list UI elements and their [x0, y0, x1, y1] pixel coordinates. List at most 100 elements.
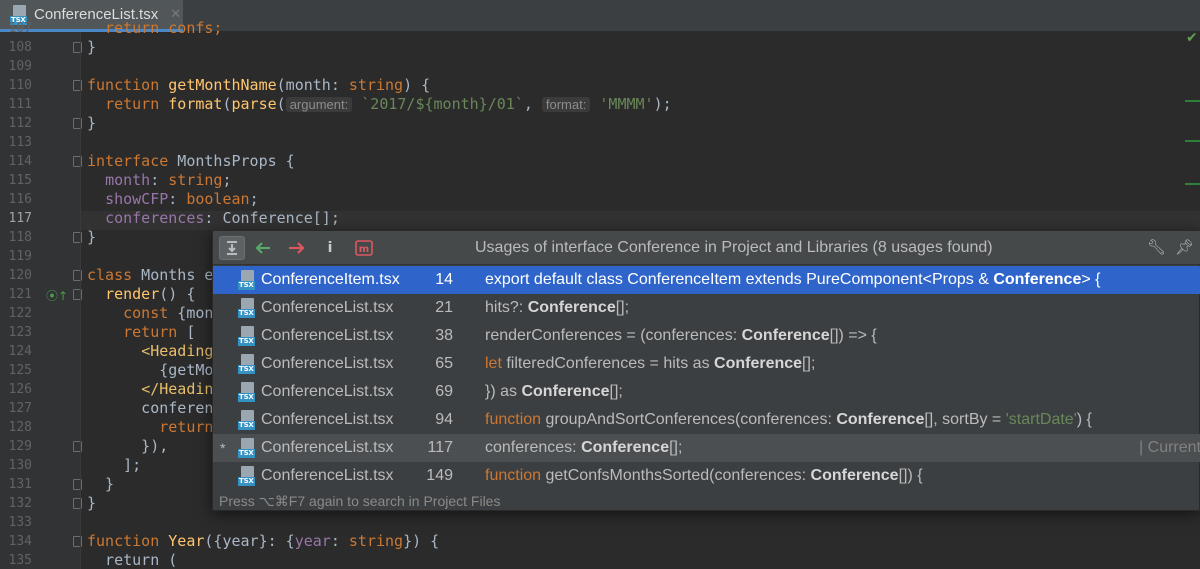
info-button[interactable]: i [317, 236, 343, 260]
code-line-111[interactable]: return format(parse(argument: `2017/${mo… [87, 95, 672, 114]
line-number[interactable]: 118 [0, 228, 32, 247]
code-token: {getMo [87, 361, 214, 379]
module-button[interactable]: m [351, 236, 377, 260]
code-line-124[interactable]: <Heading [87, 342, 213, 361]
usage-row[interactable]: TSX ConferenceList.tsx 65 let filteredConfe… [213, 350, 1200, 378]
usage-code-snippet: hits?: Conference[]; [485, 294, 629, 322]
line-number[interactable]: 125 [0, 361, 32, 380]
usage-marker[interactable] [1185, 100, 1200, 102]
usage-row[interactable]: TSX ConferenceList.tsx 21 hits?: Conference… [213, 294, 1200, 322]
code-line-128[interactable]: return [87, 418, 213, 437]
usage-row[interactable]: TSX ConferenceList.tsx 149 function getConf… [213, 462, 1200, 490]
tsx-file-icon: TSX [238, 326, 256, 346]
line-number[interactable]: 107 [0, 19, 32, 38]
line-number[interactable]: 112 [0, 114, 32, 133]
next-occurrence-button[interactable] [283, 236, 309, 260]
code-token: const [123, 304, 169, 322]
code-token: Months e [132, 266, 214, 284]
usage-match: Conference [741, 327, 830, 344]
code-line-134[interactable]: function Year({year}: {year: string}) { [87, 532, 439, 551]
line-number[interactable]: 120 [0, 266, 32, 285]
code-line-118[interactable]: } [87, 228, 96, 247]
code-line-129[interactable]: }), [87, 437, 168, 456]
code-line-135[interactable]: return ( [87, 551, 177, 569]
code-line-112[interactable]: } [87, 114, 96, 133]
line-number[interactable]: 117 [0, 209, 32, 228]
svg-text:m: m [359, 244, 369, 255]
usage-line-number: 94 [435, 411, 453, 428]
line-number[interactable]: 119 [0, 247, 32, 266]
expand-all-button[interactable] [219, 236, 245, 260]
line-number[interactable]: 108 [0, 38, 32, 57]
usage-marker[interactable] [1185, 140, 1200, 142]
code-line-117[interactable]: conferences: Conference[]; [87, 209, 340, 228]
code-line-132[interactable]: } [87, 494, 96, 513]
usage-row[interactable]: TSX ConferenceList.tsx 94 function groupAnd… [213, 406, 1200, 434]
line-number[interactable]: 111 [0, 95, 32, 114]
code-token: : Conference[]; [204, 209, 340, 227]
line-number[interactable]: 115 [0, 171, 32, 190]
line-number[interactable]: 130 [0, 456, 32, 475]
code-token: interface [87, 152, 169, 170]
code-line-130[interactable]: ]; [87, 456, 141, 475]
code-token: : [168, 190, 187, 208]
code-token: }), [87, 437, 169, 455]
arrow-left-icon [255, 242, 270, 254]
code-line-121[interactable]: render() { [87, 285, 195, 304]
code-token: () { [159, 285, 196, 303]
code-line-131[interactable]: } [87, 475, 114, 494]
code-token: ( [276, 95, 286, 113]
code-line-114[interactable]: interface MonthsProps { [87, 152, 295, 171]
code-line-120[interactable]: class Months e [87, 266, 213, 285]
usage-marker[interactable] [1185, 183, 1200, 185]
line-number[interactable]: 113 [0, 133, 32, 152]
line-number[interactable]: 110 [0, 76, 32, 95]
code-line-115[interactable]: month: string; [87, 171, 231, 190]
find-usages-popup: i m Usages of interface Conference in Pr… [212, 230, 1200, 511]
previous-occurrence-button[interactable] [251, 236, 277, 260]
pin-icon[interactable]: 📌︎ [1175, 238, 1194, 256]
line-number[interactable]: 124 [0, 342, 32, 361]
line-number[interactable]: 128 [0, 418, 32, 437]
code-line-110[interactable]: function getMonthName(month: string) { [87, 76, 430, 95]
line-number[interactable]: 121 [0, 285, 32, 304]
line-number[interactable]: 114 [0, 152, 32, 171]
line-number[interactable]: 129 [0, 437, 32, 456]
code-line-122[interactable]: const {mon [87, 304, 213, 323]
line-number[interactable]: 126 [0, 380, 32, 399]
code-line-116[interactable]: showCFP: boolean; [87, 190, 259, 209]
implements-method-icon[interactable]: ⦿↑ [46, 287, 68, 304]
code-token: []) => { [829, 327, 877, 344]
code-line-125[interactable]: {getMo [87, 361, 213, 380]
code-token: return [105, 95, 160, 113]
code-token: export default class [485, 271, 623, 288]
code-line-126[interactable]: </Headin [87, 380, 213, 399]
no-problems-check-icon[interactable]: ✔ [1186, 30, 1198, 46]
usage-match: Conference [836, 411, 925, 428]
line-number[interactable]: 133 [0, 513, 32, 532]
line-number[interactable]: 123 [0, 323, 32, 342]
usage-row[interactable]: * TSX ConferenceList.tsx 117 conferences: Co… [213, 434, 1200, 462]
line-number[interactable]: 131 [0, 475, 32, 494]
usage-row[interactable]: TSX ConferenceItem.tsx 14 export default cl… [213, 266, 1200, 294]
line-number[interactable]: 122 [0, 304, 32, 323]
line-number[interactable]: 109 [0, 57, 32, 76]
line-number[interactable]: 132 [0, 494, 32, 513]
line-number[interactable]: 116 [0, 190, 32, 209]
line-number[interactable]: 135 [0, 551, 32, 569]
code-line-108[interactable]: } [87, 38, 96, 57]
code-token: getConfsMonthsSorted(conferences: [541, 467, 811, 484]
code-line-107[interactable]: return confs; [87, 19, 222, 38]
settings-wrench-icon[interactable]: 🔧︎ [1147, 238, 1166, 256]
code-line-123[interactable]: return [ [87, 323, 195, 342]
usage-row[interactable]: TSX ConferenceList.tsx 38 renderConferences… [213, 322, 1200, 350]
code-token: groupAndSortConferences(conferences: [541, 411, 837, 428]
usage-match: Conference [521, 383, 610, 400]
line-number[interactable]: 134 [0, 532, 32, 551]
code-token: extends [745, 271, 802, 288]
usage-row[interactable]: TSX ConferenceList.tsx 69}) as Conference[… [213, 378, 1200, 406]
code-line-127[interactable]: conferen [87, 399, 213, 418]
line-number[interactable]: 127 [0, 399, 32, 418]
